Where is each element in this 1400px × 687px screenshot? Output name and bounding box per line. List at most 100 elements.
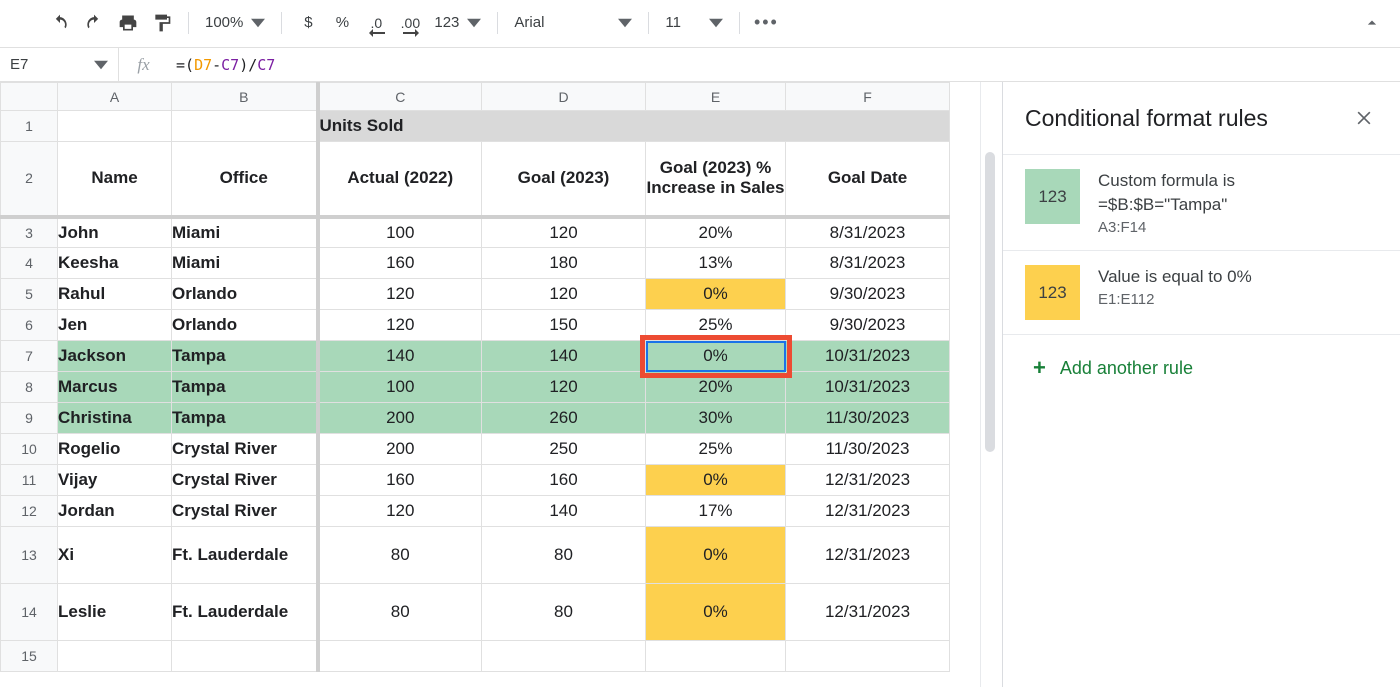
cell-B4[interactable]: Miami — [172, 248, 318, 279]
cell-D11[interactable]: 160 — [482, 465, 646, 496]
cell-F10[interactable]: 11/30/2023 — [786, 434, 950, 465]
number-format-select[interactable]: 123 — [428, 8, 487, 38]
cell-F5[interactable]: 9/30/2023 — [786, 279, 950, 310]
cell-E10[interactable]: 25% — [646, 434, 786, 465]
cell-A13[interactable]: Xi — [58, 527, 172, 584]
row-header-3[interactable]: 3 — [1, 217, 58, 248]
cell-A14[interactable]: Leslie — [58, 584, 172, 641]
cell-A9[interactable]: Christina — [58, 403, 172, 434]
cell-A15[interactable] — [58, 641, 172, 672]
cell-C9[interactable]: 200 — [318, 403, 482, 434]
cell-A11[interactable]: Vijay — [58, 465, 172, 496]
cell-D7[interactable]: 140 — [482, 341, 646, 372]
header-date[interactable]: Goal Date — [786, 142, 950, 217]
name-box[interactable]: E7 — [0, 48, 118, 81]
header-increase[interactable]: Goal (2023) % Increase in Sales — [646, 142, 786, 217]
cell-B7[interactable]: Tampa — [172, 341, 318, 372]
row-header-7[interactable]: 7 — [1, 341, 58, 372]
col-header-A[interactable]: A — [58, 83, 172, 111]
font-select[interactable]: Arial — [508, 8, 638, 38]
add-rule-button[interactable]: + Add another rule — [1003, 334, 1400, 401]
row-header-5[interactable]: 5 — [1, 279, 58, 310]
vertical-scrollbar[interactable] — [980, 82, 1002, 687]
cell-D10[interactable]: 250 — [482, 434, 646, 465]
cell-C5[interactable]: 120 — [318, 279, 482, 310]
cell-C8[interactable]: 100 — [318, 372, 482, 403]
cell-E13[interactable]: 0% — [646, 527, 786, 584]
header-name[interactable]: Name — [58, 142, 172, 217]
cell-C13[interactable]: 80 — [318, 527, 482, 584]
cell-A8[interactable]: Marcus — [58, 372, 172, 403]
collapse-toolbar-button[interactable] — [1356, 8, 1388, 38]
cell-C10[interactable]: 200 — [318, 434, 482, 465]
row-header-11[interactable]: 11 — [1, 465, 58, 496]
header-goal[interactable]: Goal (2023) — [482, 142, 646, 217]
font-size-select[interactable]: 11 — [659, 8, 729, 38]
cell-E6[interactable]: 25% — [646, 310, 786, 341]
cell-D6[interactable]: 150 — [482, 310, 646, 341]
cell-E5[interactable]: 0% — [646, 279, 786, 310]
cell-B8[interactable]: Tampa — [172, 372, 318, 403]
cell-F12[interactable]: 12/31/2023 — [786, 496, 950, 527]
cell-A4[interactable]: Keesha — [58, 248, 172, 279]
decrease-decimal-button[interactable]: .0 — [360, 8, 392, 38]
row-header-9[interactable]: 9 — [1, 403, 58, 434]
cell-F13[interactable]: 12/31/2023 — [786, 527, 950, 584]
cell-F7[interactable]: 10/31/2023 — [786, 341, 950, 372]
cell-D15[interactable] — [482, 641, 646, 672]
cell-A6[interactable]: Jen — [58, 310, 172, 341]
row-header-13[interactable]: 13 — [1, 527, 58, 584]
cell-C14[interactable]: 80 — [318, 584, 482, 641]
cell-B5[interactable]: Orlando — [172, 279, 318, 310]
row-header-12[interactable]: 12 — [1, 496, 58, 527]
cell-D5[interactable]: 120 — [482, 279, 646, 310]
header-actual[interactable]: Actual (2022) — [318, 142, 482, 217]
format-rule-0[interactable]: 123Custom formula is=$B:$B="Tampa"A3:F14 — [1003, 154, 1400, 250]
col-header-E[interactable]: E — [646, 83, 786, 111]
cell-A7[interactable]: Jackson — [58, 341, 172, 372]
cell-C3[interactable]: 100 — [318, 217, 482, 248]
cell-B10[interactable]: Crystal River — [172, 434, 318, 465]
row-header-8[interactable]: 8 — [1, 372, 58, 403]
row-header-2[interactable]: 2 — [1, 142, 58, 217]
col-header-B[interactable]: B — [172, 83, 318, 111]
redo-button[interactable] — [78, 8, 110, 38]
cell-F3[interactable]: 8/31/2023 — [786, 217, 950, 248]
cell-E14[interactable]: 0% — [646, 584, 786, 641]
cell-E4[interactable]: 13% — [646, 248, 786, 279]
cell-D12[interactable]: 140 — [482, 496, 646, 527]
row-header-4[interactable]: 4 — [1, 248, 58, 279]
cell-C11[interactable]: 160 — [318, 465, 482, 496]
row-header-14[interactable]: 14 — [1, 584, 58, 641]
cell-F9[interactable]: 11/30/2023 — [786, 403, 950, 434]
cell-B3[interactable]: Miami — [172, 217, 318, 248]
cell-A12[interactable]: Jordan — [58, 496, 172, 527]
format-currency-button[interactable]: $ — [292, 8, 324, 38]
cell-E9[interactable]: 30% — [646, 403, 786, 434]
row-header-6[interactable]: 6 — [1, 310, 58, 341]
formula-input[interactable]: =(D7-C7)/C7 — [168, 56, 1400, 74]
cell-C4[interactable]: 160 — [318, 248, 482, 279]
cell-A3[interactable]: John — [58, 217, 172, 248]
row-header-15[interactable]: 15 — [1, 641, 58, 672]
col-header-F[interactable]: F — [786, 83, 950, 111]
row-header-10[interactable]: 10 — [1, 434, 58, 465]
cell-B14[interactable]: Ft. Lauderdale — [172, 584, 318, 641]
cell-E8[interactable]: 20% — [646, 372, 786, 403]
cell-B11[interactable]: Crystal River — [172, 465, 318, 496]
cell-D4[interactable]: 180 — [482, 248, 646, 279]
cell-B12[interactable]: Crystal River — [172, 496, 318, 527]
cell-E11[interactable]: 0% — [646, 465, 786, 496]
merged-header[interactable]: Units Sold — [318, 111, 950, 142]
cell-E12[interactable]: 17% — [646, 496, 786, 527]
cell-D9[interactable]: 260 — [482, 403, 646, 434]
row-header-1[interactable]: 1 — [1, 111, 58, 142]
cell-D3[interactable]: 120 — [482, 217, 646, 248]
header-office[interactable]: Office — [172, 142, 318, 217]
cell-D14[interactable]: 80 — [482, 584, 646, 641]
cell-B6[interactable]: Orlando — [172, 310, 318, 341]
zoom-select[interactable]: 100% — [199, 8, 271, 38]
cell-C12[interactable]: 120 — [318, 496, 482, 527]
cell-D8[interactable]: 120 — [482, 372, 646, 403]
spreadsheet-grid[interactable]: ABCDEF1Units Sold2NameOfficeActual (2022… — [0, 82, 980, 687]
